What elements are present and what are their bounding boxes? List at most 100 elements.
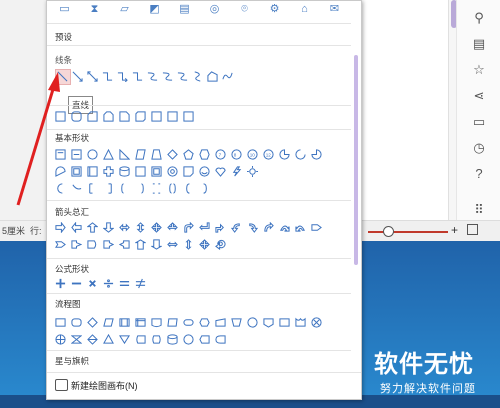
basic-shape[interactable] — [167, 166, 178, 177]
line-shape[interactable] — [192, 71, 203, 82]
line-shape[interactable] — [177, 71, 188, 82]
basic-shape[interactable] — [87, 149, 98, 160]
basic-shape[interactable] — [135, 166, 146, 177]
line-shape[interactable] — [132, 71, 143, 82]
arrow-shape[interactable] — [119, 239, 130, 250]
arrow-shape[interactable] — [151, 222, 162, 233]
basic-shape[interactable] — [167, 183, 178, 194]
envelope-icon[interactable]: ✉ — [328, 3, 341, 16]
basic-shape[interactable] — [71, 166, 82, 177]
slider-icon[interactable]: ⚲ — [471, 10, 487, 26]
arrow-shape[interactable] — [199, 239, 210, 250]
basic-shape[interactable] — [199, 149, 210, 160]
arrow-shape[interactable] — [199, 222, 210, 233]
line-shape[interactable] — [117, 71, 128, 82]
arrow-shape[interactable] — [167, 239, 178, 250]
rect-shape[interactable] — [55, 111, 66, 122]
basic-shape[interactable]: 10 — [247, 149, 258, 160]
line-shape[interactable] — [207, 71, 218, 82]
arrow-shape[interactable] — [87, 222, 98, 233]
formula-shape[interactable] — [55, 278, 66, 289]
grid-icon[interactable]: ⠿ — [471, 202, 487, 218]
history-icon[interactable]: ◷ — [471, 140, 487, 156]
basic-shape[interactable] — [183, 166, 194, 177]
rect-shape[interactable] — [183, 111, 194, 122]
panel-scrollbar[interactable] — [354, 55, 358, 265]
arrow-shape[interactable] — [167, 222, 178, 233]
rect-shape[interactable] — [119, 111, 130, 122]
basic-shape[interactable] — [119, 149, 130, 160]
rect-shape[interactable] — [167, 111, 178, 122]
flowchart-shape[interactable] — [71, 334, 82, 345]
basic-shape[interactable] — [151, 149, 162, 160]
basic-shape[interactable] — [199, 183, 210, 194]
flowchart-shape[interactable] — [119, 317, 130, 328]
flowchart-shape[interactable] — [263, 317, 274, 328]
rect-shape[interactable] — [71, 111, 82, 122]
flowchart-shape[interactable] — [247, 317, 258, 328]
document-icon[interactable]: ▤ — [178, 3, 191, 16]
flowchart-shape[interactable] — [215, 317, 226, 328]
location-pin-icon[interactable]: ⌾ — [238, 3, 251, 16]
basic-shape[interactable] — [183, 183, 194, 194]
line-shape[interactable] — [162, 71, 173, 82]
arrow-shape[interactable] — [135, 222, 146, 233]
tombstone-icon[interactable]: ⌂ — [298, 3, 311, 16]
basic-shape[interactable] — [135, 183, 146, 194]
flowchart-shape[interactable] — [215, 334, 226, 345]
flowchart-shape[interactable] — [167, 317, 178, 328]
basic-shape[interactable] — [151, 166, 162, 177]
basic-shape[interactable] — [103, 166, 114, 177]
arrow-shape[interactable] — [231, 222, 242, 233]
monitor-icon[interactable]: ▭ — [58, 3, 71, 16]
share-icon[interactable]: ⋖ — [471, 88, 487, 104]
new-canvas-button[interactable]: 新建绘图画布(N) — [47, 372, 361, 395]
basic-shape[interactable] — [247, 166, 258, 177]
formula-shape[interactable] — [87, 278, 98, 289]
basic-shape[interactable] — [55, 166, 66, 177]
rect-shape[interactable] — [87, 111, 98, 122]
arrow-shape[interactable] — [215, 239, 226, 250]
flowchart-shape[interactable] — [151, 317, 162, 328]
line-shape[interactable] — [87, 71, 98, 82]
flowchart-shape[interactable] — [183, 334, 194, 345]
arrow-shape[interactable] — [183, 239, 194, 250]
arrow-shape[interactable] — [55, 239, 66, 250]
basic-shape[interactable] — [279, 149, 290, 160]
zoom-slider-knob[interactable] — [383, 226, 394, 237]
star-icon[interactable]: ☆ — [471, 62, 487, 78]
rect-shape[interactable] — [135, 111, 146, 122]
arrow-shape[interactable] — [71, 239, 82, 250]
flowchart-shape[interactable] — [55, 317, 66, 328]
arrow-shape[interactable] — [311, 222, 322, 233]
flowchart-shape[interactable] — [119, 334, 130, 345]
line-shape[interactable] — [102, 71, 113, 82]
basic-shape[interactable] — [55, 149, 66, 160]
basic-shape[interactable]: 7 — [215, 149, 226, 160]
line-shape[interactable] — [72, 71, 83, 82]
rect-shape[interactable] — [151, 111, 162, 122]
basic-shape[interactable] — [103, 149, 114, 160]
arrow-shape[interactable] — [87, 239, 98, 250]
basic-shape[interactable] — [119, 183, 130, 194]
arrow-shape[interactable] — [55, 222, 66, 233]
basic-shape[interactable] — [183, 149, 194, 160]
flowchart-shape[interactable] — [151, 334, 162, 345]
flowchart-shape[interactable] — [55, 334, 66, 345]
hourglass-icon[interactable]: ⧗ — [88, 3, 101, 16]
basic-shape[interactable] — [151, 183, 162, 194]
basic-shape[interactable]: 8 — [231, 149, 242, 160]
flowchart-shape[interactable] — [167, 334, 178, 345]
magnify-icon[interactable]: ◎ — [208, 3, 221, 16]
arrow-shape[interactable] — [119, 222, 130, 233]
arrow-shape[interactable] — [183, 222, 194, 233]
arrow-shape[interactable] — [71, 222, 82, 233]
arrow-shape[interactable] — [135, 239, 146, 250]
flowchart-shape[interactable] — [103, 334, 114, 345]
basic-shape[interactable] — [87, 183, 98, 194]
fit-window-icon[interactable] — [467, 224, 478, 235]
flowchart-shape[interactable] — [87, 317, 98, 328]
arrow-shape[interactable] — [295, 222, 306, 233]
flowchart-shape[interactable] — [87, 334, 98, 345]
basic-shape[interactable] — [199, 166, 210, 177]
